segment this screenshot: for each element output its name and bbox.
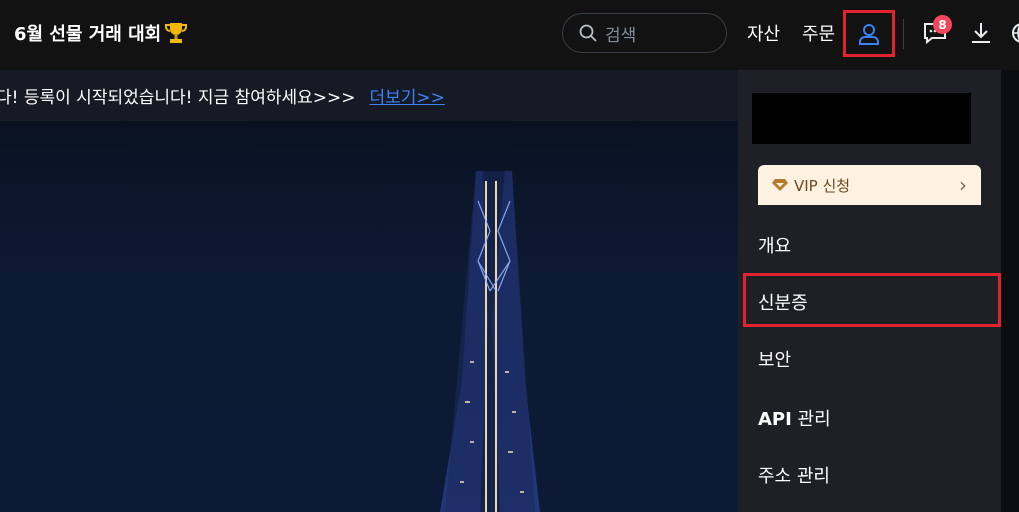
header-divider	[903, 19, 904, 49]
user-account-button[interactable]	[843, 10, 895, 57]
identification-highlight-box	[743, 273, 1001, 327]
menu-item-overview[interactable]: 개요	[758, 232, 791, 258]
hero-banner	[0, 121, 740, 512]
announcement-banner: 다! 등록이 시작되었습니다! 지금 참여하세요>>> 더보기>>	[0, 70, 740, 121]
trophy-icon	[165, 23, 188, 43]
search-box[interactable]: 검색	[562, 13, 727, 53]
nav-assets[interactable]: 자산	[747, 20, 780, 46]
management-label: 관리	[791, 409, 831, 430]
search-input[interactable]: 검색	[605, 21, 636, 46]
user-icon	[859, 23, 879, 45]
message-count-badge: 8	[933, 15, 952, 34]
promo-title-text: 6월 선물 거래 대회	[14, 24, 162, 45]
announcement-text: 다! 등록이 시작되었습니다! 지금 참여하세요>>>	[0, 88, 356, 108]
nav-orders[interactable]: 주문	[802, 20, 835, 46]
account-info-redacted	[752, 93, 971, 144]
announcement-more-link[interactable]: 더보기>>	[370, 83, 445, 108]
menu-item-api-management[interactable]: API 관리	[758, 405, 831, 431]
download-icon[interactable]	[968, 20, 994, 46]
menu-item-security[interactable]: 보안	[758, 346, 791, 372]
globe-icon[interactable]	[1011, 21, 1019, 45]
vip-apply-button[interactable]: VIP 신청 ›	[758, 165, 981, 205]
top-navigation-bar: 6월 선물 거래 대회 검색 자산 주문 8	[0, 0, 1019, 70]
diamond-icon	[772, 179, 788, 191]
chevron-right-icon: ›	[959, 173, 967, 197]
vip-label: VIP 신청	[794, 176, 851, 195]
futures-contest-link[interactable]: 6월 선물 거래 대회	[14, 20, 188, 46]
menu-item-address-management[interactable]: 주소 관리	[758, 462, 830, 488]
api-label: API	[758, 409, 792, 430]
skyscraper-image	[440, 171, 540, 512]
search-icon	[579, 24, 597, 42]
